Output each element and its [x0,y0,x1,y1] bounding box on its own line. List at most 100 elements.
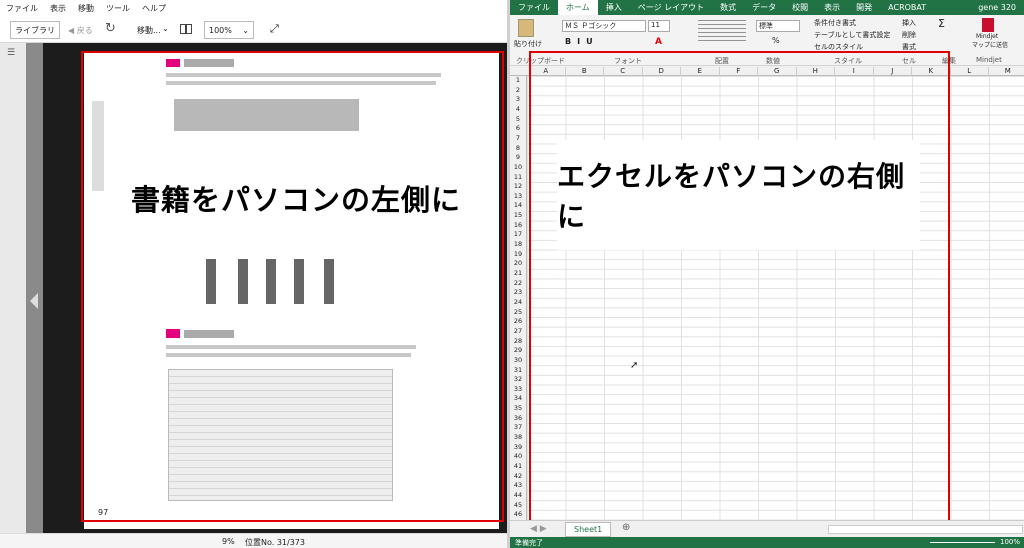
column-header[interactable]: M [989,67,1024,76]
row-header[interactable]: 19 [510,250,526,260]
font-name-select[interactable]: ＭＳ Ｐゴシック [562,20,646,32]
goto-button[interactable]: 移動... [137,25,161,36]
row-header[interactable]: 32 [510,375,526,385]
row-header[interactable]: 43 [510,481,526,491]
row-header[interactable]: 22 [510,279,526,289]
row-header[interactable]: 41 [510,462,526,472]
column-header[interactable]: L [951,67,989,76]
row-header[interactable]: 27 [510,327,526,337]
row-header[interactable]: 23 [510,288,526,298]
row-header[interactable]: 34 [510,394,526,404]
tab-acrobat[interactable]: ACROBAT [880,0,934,15]
tab-data[interactable]: データ [744,0,784,15]
row-header[interactable]: 10 [510,163,526,173]
prev-page-strip[interactable] [26,43,43,533]
row-header[interactable]: 40 [510,452,526,462]
mindjet-send-button[interactable]: マップに送信 [972,40,1008,49]
row-header[interactable]: 20 [510,259,526,269]
row-header[interactable]: 37 [510,423,526,433]
row-header[interactable]: 31 [510,366,526,376]
row-header[interactable]: 1 [510,76,526,86]
menu-go[interactable]: 移動 [78,3,94,14]
sheet-nav-icon[interactable]: ◀ ▶ [530,524,547,534]
number-format-select[interactable]: 標準 [756,20,800,32]
kindle-menubar: ファイル 表示 移動 ツール ヘルプ [0,0,508,17]
font-size-select[interactable]: 11 [648,20,670,32]
zoom-slider[interactable] [930,542,995,543]
tab-insert[interactable]: 挿入 [598,0,630,15]
row-header[interactable]: 12 [510,182,526,192]
row-header[interactable]: 36 [510,414,526,424]
library-button[interactable]: ライブラリ [10,21,60,39]
menu-view[interactable]: 表示 [50,3,66,14]
tab-home[interactable]: ホーム [558,0,598,15]
back-button[interactable]: ◀ 戻る [68,25,93,36]
row-header[interactable]: 9 [510,153,526,163]
row-header[interactable]: 38 [510,433,526,443]
table-format-button[interactable]: テーブルとして書式設定 [814,30,890,40]
row-header[interactable]: 2 [510,86,526,96]
row-header[interactable]: 14 [510,201,526,211]
tab-file[interactable]: ファイル [510,0,558,15]
tab-review[interactable]: 校閲 [784,0,816,15]
row-header[interactable]: 6 [510,124,526,134]
row-header[interactable]: 21 [510,269,526,279]
row-header[interactable]: 26 [510,317,526,327]
row-header[interactable]: 18 [510,240,526,250]
row-header[interactable]: 5 [510,115,526,125]
tab-formulas[interactable]: 数式 [712,0,744,15]
row-header[interactable]: 25 [510,308,526,318]
layout-icon[interactable] [180,24,192,34]
row-header[interactable]: 39 [510,443,526,453]
row-header[interactable]: 45 [510,501,526,511]
row-header[interactable]: 30 [510,356,526,366]
row-header[interactable]: 17 [510,230,526,240]
row-header[interactable]: 4 [510,105,526,115]
row-header[interactable]: 3 [510,95,526,105]
mindjet-icon[interactable] [982,18,994,32]
conditional-format-button[interactable]: 条件付き書式 [814,18,856,28]
row-header[interactable]: 16 [510,221,526,231]
fullscreen-icon[interactable]: ⤢ [270,22,279,36]
menu-help[interactable]: ヘルプ [142,3,166,14]
bold-italic-underline-buttons[interactable]: BIU [565,37,599,46]
kindle-statusbar: 9% 位置No. 31/373 [0,533,508,548]
clipboard-icon[interactable] [518,19,534,37]
tab-page-layout[interactable]: ページ レイアウト [630,0,712,15]
prev-page-icon[interactable] [30,293,38,309]
row-header[interactable]: 24 [510,298,526,308]
font-color-icon[interactable]: A [655,37,662,47]
user-name[interactable]: gene 320 [970,0,1024,15]
row-header[interactable]: 35 [510,404,526,414]
row-header[interactable]: 29 [510,346,526,356]
sync-icon[interactable]: ↻ [105,21,116,36]
sheet-tab[interactable]: Sheet1 [565,522,612,537]
row-header[interactable]: 46 [510,510,526,520]
row-header[interactable]: 8 [510,144,526,154]
insert-cells-button[interactable]: 挿入 [902,18,916,28]
row-header[interactable]: 44 [510,491,526,501]
menu-file[interactable]: ファイル [6,3,38,14]
row-header[interactable]: 33 [510,385,526,395]
alignment-icons[interactable] [698,20,746,44]
row-header[interactable]: 11 [510,173,526,183]
row-header[interactable]: 28 [510,337,526,347]
percent-icon[interactable]: % [772,36,780,45]
zoom-value: 100% [209,25,232,35]
autosum-icon[interactable]: Σ [938,17,945,30]
progress-percent: 9% [222,537,235,546]
row-header[interactable]: 15 [510,211,526,221]
row-header[interactable]: 7 [510,134,526,144]
toc-icon[interactable]: ☰ [7,48,15,58]
add-sheet-icon[interactable]: ⊕ [622,522,630,533]
row-header[interactable]: 42 [510,472,526,482]
horizontal-scrollbar[interactable] [828,525,1023,534]
menu-tools[interactable]: ツール [106,3,130,14]
delete-cells-button[interactable]: 削除 [902,30,916,40]
tab-developer[interactable]: 開発 [848,0,880,15]
zoom-select[interactable]: 100% ⌄ [204,21,254,39]
row-header[interactable]: 13 [510,192,526,202]
tab-view[interactable]: 表示 [816,0,848,15]
paste-button[interactable]: 貼り付け [514,39,542,49]
chevron-down-icon[interactable]: ⌄ [162,24,169,33]
